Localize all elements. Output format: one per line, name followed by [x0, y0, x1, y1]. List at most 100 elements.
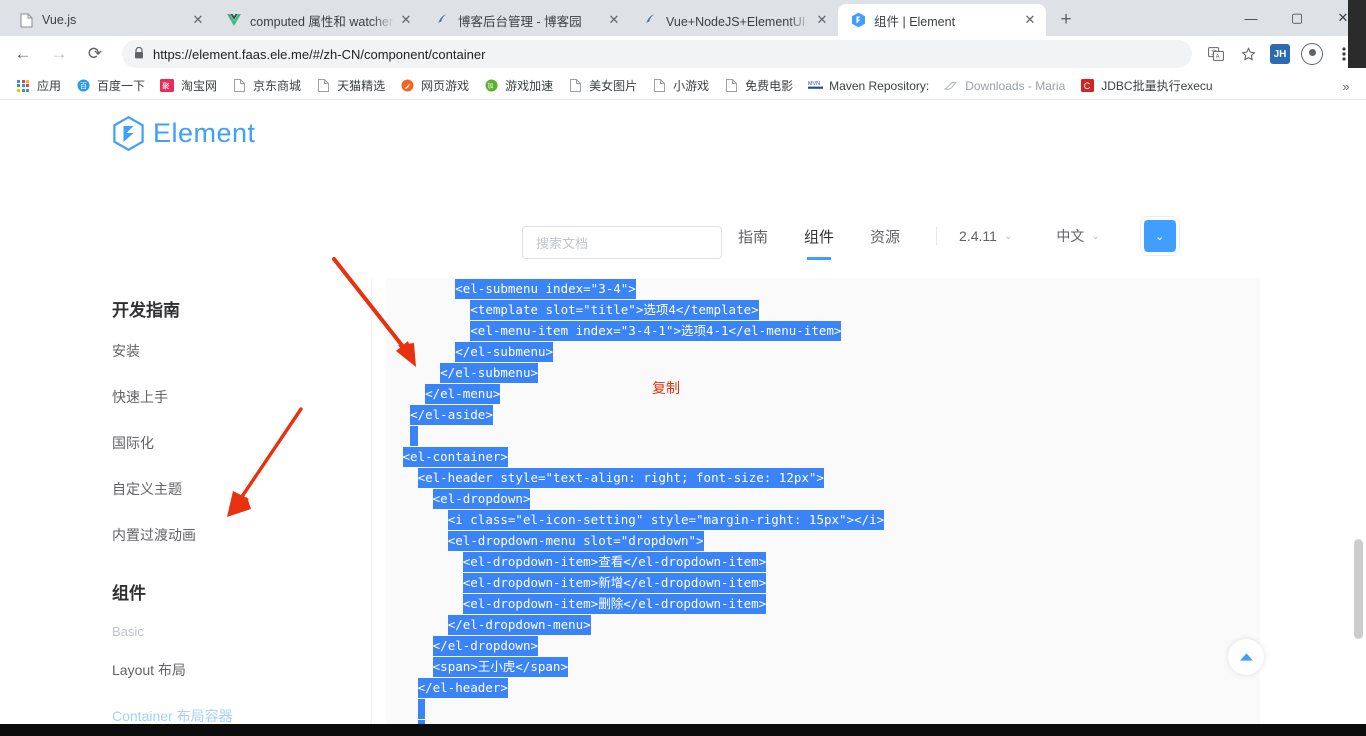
sidebar-item-custom-theme[interactable]: 自定义主题	[112, 479, 372, 499]
code-line: </el-aside>	[395, 404, 1260, 425]
maven-icon: MVN	[807, 78, 823, 94]
profile-avatar[interactable]	[1298, 40, 1326, 68]
browser-tab-0[interactable]: Vue.js ✕	[6, 4, 215, 36]
minimize-button[interactable]: —	[1228, 2, 1274, 34]
mariadb-icon	[943, 78, 959, 94]
tab-close-icon[interactable]: ✕	[398, 12, 414, 28]
bookmark-label: 网页游戏	[421, 79, 470, 93]
bookmark-baidu[interactable]: 百 百度一下	[68, 75, 152, 97]
translate-icon[interactable]: 文A	[1202, 40, 1230, 68]
bookmark-maven[interactable]: MVN Maven Repository:	[800, 75, 936, 97]
baidu-icon: 百	[75, 78, 91, 94]
nav-item-resources[interactable]: 资源	[870, 226, 900, 256]
code-line: <el-submenu index="3-4">	[395, 278, 1260, 299]
extension-badge[interactable]: JH	[1266, 40, 1294, 68]
code-line: <i class="el-icon-setting" style="margin…	[395, 509, 1260, 530]
search-input[interactable]: 搜索文档	[522, 226, 722, 259]
site-header: Element	[0, 100, 1366, 166]
scrollbar-thumb[interactable]	[1354, 539, 1363, 639]
document-icon	[651, 78, 667, 94]
tab-close-icon[interactable]: ✕	[606, 12, 622, 28]
tab-title: Vue+NodeJS+ElementUI 的	[666, 14, 810, 29]
bookmark-photos[interactable]: 美女图片	[560, 75, 644, 97]
sidebar-item-layout[interactable]: Layout 布局	[112, 660, 372, 680]
sidebar-divider	[371, 278, 372, 724]
bookmark-label: 百度一下	[97, 79, 146, 93]
code-line: <el-dropdown-item>新增</el-dropdown-item>	[395, 572, 1260, 593]
sidebar-group-guide: 开发指南	[112, 301, 180, 320]
element-logo-icon	[112, 115, 144, 151]
bookmark-label: 免费电影	[745, 79, 794, 93]
back-to-top-button[interactable]	[1228, 639, 1264, 675]
code-line: <el-dropdown>	[395, 488, 1260, 509]
sidebar-item-installation[interactable]: 安装	[112, 341, 372, 361]
bookmark-freemovie[interactable]: 免费电影	[716, 75, 800, 97]
browser-tab-2[interactable]: 博客后台管理 - 博客园 ✕	[422, 4, 631, 36]
bookmark-gameaccel[interactable]: 加 游戏加速	[476, 75, 560, 97]
sidebar-item-quickstart[interactable]: 快速上手	[112, 387, 372, 407]
bookmark-label: JDBC批量执行execu	[1101, 79, 1213, 93]
svg-text:MVN: MVN	[808, 81, 820, 87]
devtools-strip	[1348, 0, 1366, 68]
bookmarks-overflow-button[interactable]: »	[1336, 76, 1356, 96]
star-icon[interactable]	[1234, 40, 1262, 68]
code-line: </el-header>	[395, 677, 1260, 698]
chevron-down-icon: ⌄	[1003, 230, 1013, 242]
search-placeholder: 搜索文档	[536, 236, 589, 251]
document-icon	[567, 78, 583, 94]
theme-selector-button[interactable]: ⌄	[1143, 220, 1176, 252]
version-selector[interactable]: 2.4.11 ⌄	[959, 228, 1012, 253]
sidebar-item-i18n[interactable]: 国际化	[112, 433, 372, 453]
bookmark-tmall[interactable]: 天猫精选	[308, 75, 392, 97]
code-line: </el-submenu>	[395, 362, 1260, 383]
language-selector[interactable]: 中文 ⌄	[1056, 226, 1099, 255]
sidebar-item-transition[interactable]: 内置过渡动画	[112, 525, 372, 545]
browser-tab-3[interactable]: Vue+NodeJS+ElementUI 的 ✕	[630, 4, 838, 36]
code-line: </el-menu>	[395, 383, 1260, 404]
svg-text:加: 加	[487, 82, 493, 90]
code-line: <template slot="title">选项4</template>	[395, 299, 1260, 320]
c-red-icon: C	[1079, 78, 1095, 94]
tab-close-icon[interactable]: ✕	[814, 12, 830, 28]
bookmark-minigame[interactable]: 小游戏	[644, 75, 716, 97]
document-icon	[315, 78, 331, 94]
sidebar: 开发指南 安装 快速上手 国际化 自定义主题 内置过渡动画 组件 Basic L…	[112, 296, 372, 724]
address-bar[interactable]: https://element.faas.ele.me/#/zh-CN/comp…	[122, 40, 1192, 68]
code-line: </el-dropdown-menu>	[395, 614, 1260, 635]
bookmark-webgame[interactable]: 网页游戏	[392, 75, 476, 97]
code-line: <el-dropdown-item>查看</el-dropdown-item>	[395, 551, 1260, 572]
element-logo[interactable]: Element	[112, 115, 256, 151]
back-button[interactable]: ←	[8, 39, 38, 69]
code-line: <el-container>	[395, 446, 1260, 467]
chevron-up-icon	[1239, 653, 1253, 661]
avatar	[1301, 43, 1323, 65]
bookmark-jdbc[interactable]: C JDBC批量执行execu	[1072, 75, 1219, 97]
svg-text:A: A	[1216, 54, 1220, 60]
bookmark-apps[interactable]: 应用	[8, 75, 68, 97]
sidebar-item-container[interactable]: Container 布局容器	[112, 706, 372, 724]
nav-item-components[interactable]: 组件	[804, 226, 834, 256]
nav-item-guide[interactable]: 指南	[738, 226, 768, 256]
bookmark-label: 京东商城	[253, 79, 302, 93]
bookmark-label: Downloads - Maria	[965, 78, 1066, 93]
bookmark-taobao[interactable]: 聚 淘宝网	[152, 75, 224, 97]
browser-tab-1[interactable]: computed 属性和 watcher - ✕	[214, 4, 423, 36]
code-line: <el-header style="text-align: right; fon…	[395, 467, 1260, 488]
bookmark-label: 游戏加速	[505, 79, 554, 93]
code-lines[interactable]: <el-submenu index="3-4"> <template slot=…	[386, 278, 1260, 724]
bookmark-jd[interactable]: 京东商城	[224, 75, 308, 97]
page-content: Element 搜索文档 指南 组件 资源 2.4.11 ⌄ 中文 ⌄ ⌄ 开发…	[0, 100, 1366, 724]
code-line: <span>王小虎</span>	[395, 656, 1260, 677]
code-line: <el-dropdown-item>删除</el-dropdown-item>	[395, 593, 1260, 614]
bookmark-downloads-maria[interactable]: Downloads - Maria	[936, 75, 1072, 97]
browser-tab-4[interactable]: 组件 | Element ✕	[838, 4, 1046, 36]
new-tab-button[interactable]: +	[1052, 6, 1080, 34]
vue-icon	[226, 12, 242, 28]
forward-button[interactable]: →	[44, 39, 74, 69]
page-scrollbar[interactable]	[1352, 103, 1364, 724]
reload-button[interactable]: ⟳	[80, 39, 110, 69]
code-block[interactable]: <el-submenu index="3-4"> <template slot=…	[386, 278, 1260, 724]
maximize-button[interactable]: ▢	[1274, 2, 1320, 34]
tab-close-icon[interactable]: ✕	[1022, 12, 1038, 28]
tab-close-icon[interactable]: ✕	[190, 12, 206, 28]
